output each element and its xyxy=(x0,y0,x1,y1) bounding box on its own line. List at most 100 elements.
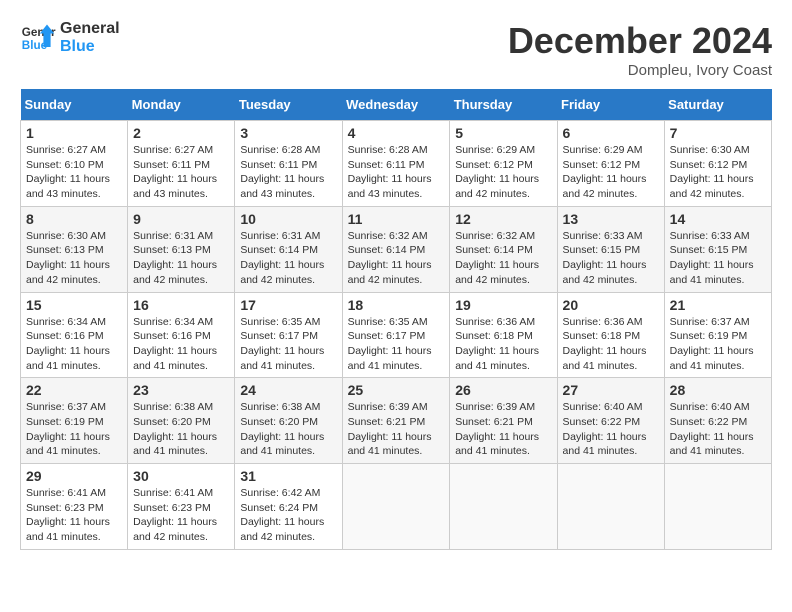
logo-blue: Blue xyxy=(60,38,120,56)
day-number: 17 xyxy=(240,297,336,313)
day-info: Sunrise: 6:39 AMSunset: 6:21 PMDaylight:… xyxy=(348,400,445,459)
day-number: 5 xyxy=(455,125,551,141)
day-number: 13 xyxy=(563,211,659,227)
day-info: Sunrise: 6:36 AMSunset: 6:18 PMDaylight:… xyxy=(563,315,659,374)
day-info: Sunrise: 6:35 AMSunset: 6:17 PMDaylight:… xyxy=(348,315,445,374)
logo-icon: General Blue xyxy=(20,20,56,56)
day-number: 7 xyxy=(670,125,766,141)
calendar-cell: 11Sunrise: 6:32 AMSunset: 6:14 PMDayligh… xyxy=(342,206,450,292)
day-number: 22 xyxy=(26,382,122,398)
page-header: General Blue General Blue December 2024 … xyxy=(20,20,772,79)
calendar-week-2: 8 Sunrise: 6:30 AMSunset: 6:13 PMDaylight… xyxy=(21,206,772,292)
day-info: Sunrise: 6:33 AMSunset: 6:15 PMDaylight:… xyxy=(670,229,766,288)
day-number: 8 xyxy=(26,211,122,227)
calendar-cell: 24 Sunrise: 6:38 AMSunset: 6:20 PMDayligh… xyxy=(235,378,342,464)
calendar-cell: 19 Sunrise: 6:36 AMSunset: 6:18 PMDayligh… xyxy=(450,292,557,378)
day-number: 18 xyxy=(348,297,445,313)
day-info: Sunrise: 6:35 AMSunset: 6:17 PMDaylight:… xyxy=(240,315,336,374)
day-info: Sunrise: 6:38 AMSunset: 6:20 PMDaylight:… xyxy=(133,400,229,459)
day-number: 28 xyxy=(670,382,766,398)
day-number: 11 xyxy=(348,211,445,227)
day-info: Sunrise: 6:30 AMSunset: 6:13 PMDaylight:… xyxy=(26,229,122,288)
day-info: Sunrise: 6:28 AMSunset: 6:11 PMDaylight:… xyxy=(240,143,336,202)
title-section: December 2024 Dompleu, Ivory Coast xyxy=(508,20,772,79)
calendar-week-5: 29 Sunrise: 6:41 AMSunset: 6:23 PMDayligh… xyxy=(21,464,772,550)
calendar-cell: 31 Sunrise: 6:42 AMSunset: 6:24 PMDayligh… xyxy=(235,464,342,550)
day-number: 9 xyxy=(133,211,229,227)
calendar-cell: 1 Sunrise: 6:27 AMSunset: 6:10 PMDaylight… xyxy=(21,121,128,207)
calendar-cell: 12Sunrise: 6:32 AMSunset: 6:14 PMDayligh… xyxy=(450,206,557,292)
calendar-cell: 28 Sunrise: 6:40 AMSunset: 6:22 PMDayligh… xyxy=(664,378,771,464)
day-info: Sunrise: 6:33 AMSunset: 6:15 PMDaylight:… xyxy=(563,229,659,288)
day-number: 29 xyxy=(26,468,122,484)
day-number: 31 xyxy=(240,468,336,484)
calendar-cell xyxy=(342,464,450,550)
calendar-table: SundayMondayTuesdayWednesdayThursdayFrid… xyxy=(20,89,772,550)
calendar-cell: 5 Sunrise: 6:29 AMSunset: 6:12 PMDaylight… xyxy=(450,121,557,207)
calendar-cell: 13 Sunrise: 6:33 AMSunset: 6:15 PMDayligh… xyxy=(557,206,664,292)
calendar-cell: 29Sunrise: 6:41 AMSunset: 6:23 PMDayligh… xyxy=(21,464,128,550)
day-number: 15 xyxy=(26,297,122,313)
day-number: 25 xyxy=(348,382,445,398)
calendar-cell: 25 Sunrise: 6:39 AMSunset: 6:21 PMDayligh… xyxy=(342,378,450,464)
calendar-cell: 30 Sunrise: 6:41 AMSunset: 6:23 PMDayligh… xyxy=(128,464,235,550)
day-number: 1 xyxy=(26,125,122,141)
day-number: 19 xyxy=(455,297,551,313)
month-title: December 2024 xyxy=(508,20,772,62)
day-number: 21 xyxy=(670,297,766,313)
day-info: Sunrise: 6:36 AMSunset: 6:18 PMDaylight:… xyxy=(455,315,551,374)
day-info: Sunrise: 6:29 AMSunset: 6:12 PMDaylight:… xyxy=(455,143,551,202)
day-info: Sunrise: 6:42 AMSunset: 6:24 PMDaylight:… xyxy=(240,486,336,545)
day-number: 20 xyxy=(563,297,659,313)
calendar-weekday-thursday: Thursday xyxy=(450,89,557,121)
calendar-cell: 7 Sunrise: 6:30 AMSunset: 6:12 PMDaylight… xyxy=(664,121,771,207)
calendar-cell: 22 Sunrise: 6:37 AMSunset: 6:19 PMDayligh… xyxy=(21,378,128,464)
calendar-cell: 14Sunrise: 6:33 AMSunset: 6:15 PMDayligh… xyxy=(664,206,771,292)
calendar-week-4: 22 Sunrise: 6:37 AMSunset: 6:19 PMDayligh… xyxy=(21,378,772,464)
day-info: Sunrise: 6:39 AMSunset: 6:21 PMDaylight:… xyxy=(455,400,551,459)
calendar-cell: 16Sunrise: 6:34 AMSunset: 6:16 PMDayligh… xyxy=(128,292,235,378)
day-number: 27 xyxy=(563,382,659,398)
day-info: Sunrise: 6:28 AMSunset: 6:11 PMDaylight:… xyxy=(348,143,445,202)
day-info: Sunrise: 6:29 AMSunset: 6:12 PMDaylight:… xyxy=(563,143,659,202)
day-info: Sunrise: 6:27 AMSunset: 6:11 PMDaylight:… xyxy=(133,143,229,202)
calendar-cell: 20 Sunrise: 6:36 AMSunset: 6:18 PMDayligh… xyxy=(557,292,664,378)
day-number: 30 xyxy=(133,468,229,484)
day-info: Sunrise: 6:30 AMSunset: 6:12 PMDaylight:… xyxy=(670,143,766,202)
day-info: Sunrise: 6:38 AMSunset: 6:20 PMDaylight:… xyxy=(240,400,336,459)
day-number: 24 xyxy=(240,382,336,398)
logo-general: General xyxy=(60,20,120,38)
calendar-week-1: 1 Sunrise: 6:27 AMSunset: 6:10 PMDaylight… xyxy=(21,121,772,207)
calendar-header-row: SundayMondayTuesdayWednesdayThursdayFrid… xyxy=(21,89,772,121)
calendar-cell: 2 Sunrise: 6:27 AMSunset: 6:11 PMDaylight… xyxy=(128,121,235,207)
day-info: Sunrise: 6:34 AMSunset: 6:16 PMDaylight:… xyxy=(26,315,122,374)
day-info: Sunrise: 6:40 AMSunset: 6:22 PMDaylight:… xyxy=(670,400,766,459)
calendar-cell xyxy=(450,464,557,550)
day-info: Sunrise: 6:31 AMSunset: 6:14 PMDaylight:… xyxy=(240,229,336,288)
day-number: 26 xyxy=(455,382,551,398)
calendar-week-3: 15 Sunrise: 6:34 AMSunset: 6:16 PMDayligh… xyxy=(21,292,772,378)
calendar-weekday-saturday: Saturday xyxy=(664,89,771,121)
day-info: Sunrise: 6:32 AMSunset: 6:14 PMDaylight:… xyxy=(455,229,551,288)
day-number: 4 xyxy=(348,125,445,141)
calendar-weekday-friday: Friday xyxy=(557,89,664,121)
calendar-weekday-monday: Monday xyxy=(128,89,235,121)
day-info: Sunrise: 6:40 AMSunset: 6:22 PMDaylight:… xyxy=(563,400,659,459)
calendar-cell: 26 Sunrise: 6:39 AMSunset: 6:21 PMDayligh… xyxy=(450,378,557,464)
calendar-cell xyxy=(557,464,664,550)
day-info: Sunrise: 6:27 AMSunset: 6:10 PMDaylight:… xyxy=(26,143,122,202)
day-info: Sunrise: 6:37 AMSunset: 6:19 PMDaylight:… xyxy=(26,400,122,459)
day-number: 2 xyxy=(133,125,229,141)
calendar-cell: 15 Sunrise: 6:34 AMSunset: 6:16 PMDayligh… xyxy=(21,292,128,378)
calendar-cell: 10Sunrise: 6:31 AMSunset: 6:14 PMDayligh… xyxy=(235,206,342,292)
calendar-cell: 17 Sunrise: 6:35 AMSunset: 6:17 PMDayligh… xyxy=(235,292,342,378)
calendar-cell: 4 Sunrise: 6:28 AMSunset: 6:11 PMDaylight… xyxy=(342,121,450,207)
calendar-cell: 21 Sunrise: 6:37 AMSunset: 6:19 PMDayligh… xyxy=(664,292,771,378)
calendar-cell xyxy=(664,464,771,550)
day-number: 6 xyxy=(563,125,659,141)
day-info: Sunrise: 6:31 AMSunset: 6:13 PMDaylight:… xyxy=(133,229,229,288)
day-number: 23 xyxy=(133,382,229,398)
day-info: Sunrise: 6:41 AMSunset: 6:23 PMDaylight:… xyxy=(133,486,229,545)
day-info: Sunrise: 6:37 AMSunset: 6:19 PMDaylight:… xyxy=(670,315,766,374)
calendar-cell: 6 Sunrise: 6:29 AMSunset: 6:12 PMDaylight… xyxy=(557,121,664,207)
